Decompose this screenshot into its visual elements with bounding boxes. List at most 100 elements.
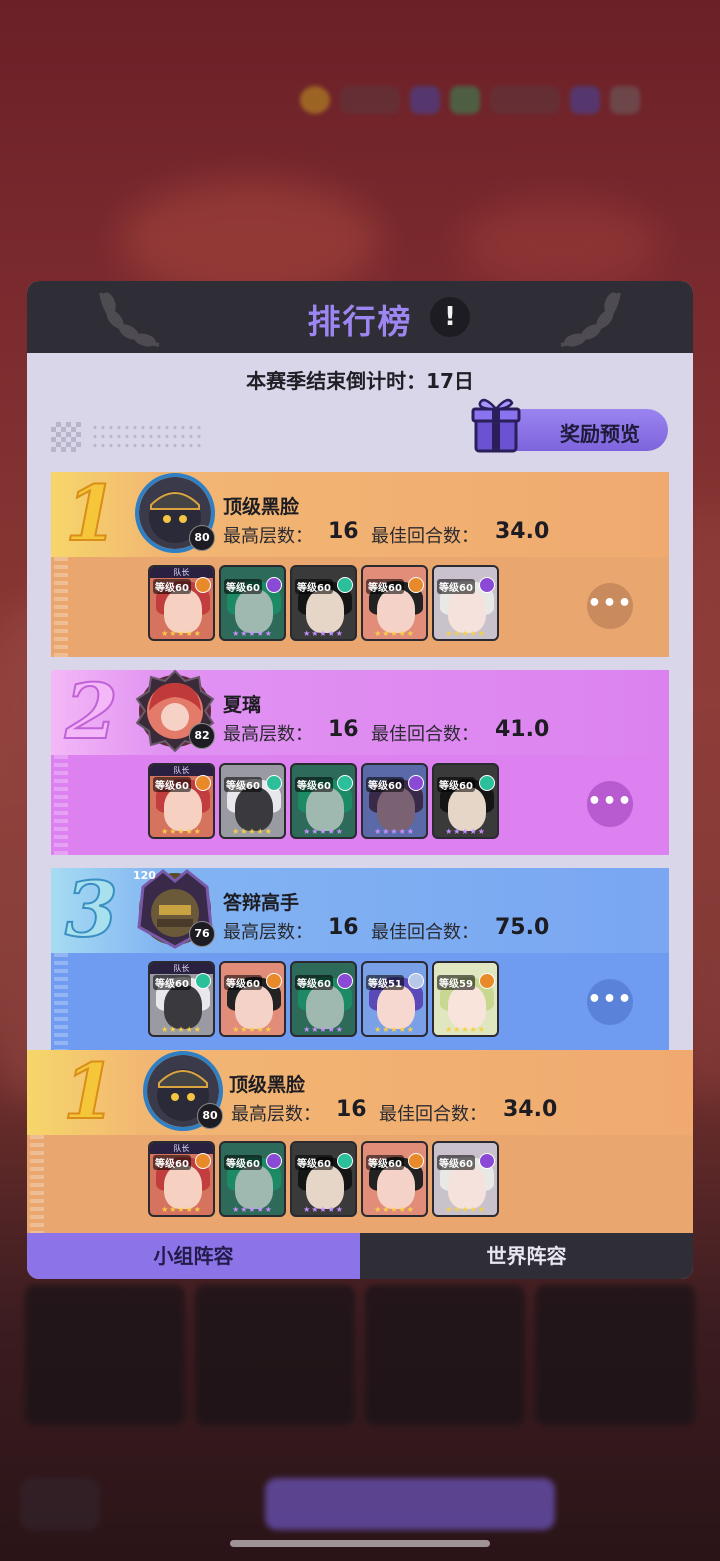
hero-level: 等级60: [295, 975, 333, 990]
best-round-label: 最佳回合数：: [371, 922, 479, 943]
player-avatar[interactable]: 76 120: [133, 869, 215, 949]
hero-card[interactable]: 队长 等级60 ★★★★★: [148, 565, 215, 641]
hero-level: 等级60: [437, 777, 475, 792]
hero-roster: 队长 等级60 ★★★★★ 等级60 ★★★★★ 等级60: [51, 755, 669, 855]
more-options-button[interactable]: •••: [587, 583, 633, 629]
star-rating-icon: ★★★★★: [232, 1205, 273, 1214]
void-icon: [408, 775, 424, 791]
hero-face: [306, 589, 344, 633]
hero-face: [235, 787, 273, 831]
rank-number: 1: [62, 1047, 117, 1136]
max-floor-label: 最高层数：: [231, 1104, 321, 1125]
info-button[interactable]: !: [430, 297, 470, 337]
max-floor-value: 16: [328, 717, 359, 742]
rank-entry-2[interactable]: 2 82 夏璃 最高层数： 16 最佳回合数： 41.0 队长 等级60 ★★★…: [51, 669, 669, 855]
background-button-left: [20, 1478, 100, 1530]
background-cards: [25, 1285, 695, 1425]
hero-face: [235, 1165, 273, 1209]
roster-stripes: [54, 953, 68, 1053]
resource-bar: [300, 78, 700, 122]
player-name: 顶级黑脸: [229, 1074, 306, 1096]
hero-level: 等级51: [366, 975, 404, 990]
hero-card[interactable]: 等级60 ★★★★★: [219, 565, 286, 641]
gear-icon: [266, 973, 282, 989]
more-options-button[interactable]: •••: [587, 979, 633, 1025]
rank-number: 3: [64, 865, 119, 954]
roster-stripes: [30, 1135, 44, 1233]
rank-number: 1: [64, 469, 119, 558]
hero-list: 队长 等级60 ★★★★★ 等级60 ★★★★★ 等级60: [148, 763, 499, 839]
hero-face: [164, 985, 202, 1029]
gear-icon: [479, 973, 495, 989]
star-rating-icon: ★★★★★: [161, 629, 202, 638]
gift-icon: [471, 398, 521, 453]
hero-card[interactable]: 等级60 ★★★★★: [290, 763, 357, 839]
star-rating-icon: ★★★★★: [445, 629, 486, 638]
season-countdown: 本赛季结束倒计时：17日: [246, 369, 474, 393]
hero-list: 队长 等级60 ★★★★★ 等级60 ★★★★★ 等级60: [148, 961, 499, 1037]
home-indicator[interactable]: [230, 1540, 490, 1547]
hero-card[interactable]: 等级60 ★★★★★: [290, 961, 357, 1037]
my-rank-entry[interactable]: 1 80 顶级黑脸 最高层数： 16 最佳回合数： 34.0 队长 等级60 ★…: [27, 1050, 693, 1233]
max-floor-value: 16: [336, 1097, 367, 1122]
hero-card[interactable]: 等级60 ★★★★★: [219, 763, 286, 839]
hero-list: 队长 等级60 ★★★★★ 等级60 ★★★★★ 等级60: [148, 1141, 499, 1217]
hero-card[interactable]: 队长 等级60 ★★★★★: [148, 961, 215, 1037]
hero-level: 等级60: [366, 579, 404, 594]
hero-card[interactable]: 等级60 ★★★★★: [432, 565, 499, 641]
rank-header: 3 76 120 答辩高手 最高层数： 16 最佳回合数： 75.0: [51, 868, 669, 953]
hero-card[interactable]: 等级60 ★★★★★: [432, 763, 499, 839]
hero-card[interactable]: 等级60 ★★★★★: [219, 1141, 286, 1217]
hero-face: [448, 589, 486, 633]
hero-card[interactable]: 等级60 ★★★★★: [290, 1141, 357, 1217]
hero-card[interactable]: 等级51 ★★★★★: [361, 961, 428, 1037]
hero-card[interactable]: 等级60 ★★★★★: [361, 763, 428, 839]
hero-card[interactable]: 等级60 ★★★★★: [219, 961, 286, 1037]
reward-preview-button[interactable]: 奖励预览: [471, 398, 668, 453]
star-rating-icon: ★★★★★: [374, 827, 415, 836]
star-rating-icon: ★★★★★: [303, 1205, 344, 1214]
star-rating-icon: ★★★★★: [445, 1205, 486, 1214]
swirl-icon: [337, 775, 353, 791]
player-name: 顶级黑脸: [223, 496, 300, 518]
rank-entry-1[interactable]: 1 80 顶级黑脸 最高层数： 16 最佳回合数： 34.0 队长 等级60 ★…: [51, 472, 669, 657]
best-round-value: 75.0: [495, 915, 550, 940]
rank-header: 2 82 夏璃 最高层数： 16 最佳回合数： 41.0: [51, 669, 669, 755]
hero-level: 等级60: [295, 777, 333, 792]
hero-roster: 队长 等级60 ★★★★★ 等级60 ★★★★★ 等级60: [27, 1135, 693, 1233]
star-rating-icon: ★★★★★: [303, 827, 344, 836]
more-options-button[interactable]: •••: [587, 781, 633, 827]
tab-world-lineup[interactable]: 世界阵容: [360, 1233, 693, 1279]
hero-card[interactable]: 等级60 ★★★★★: [432, 1141, 499, 1217]
hero-card[interactable]: 等级60 ★★★★★: [290, 565, 357, 641]
player-avatar[interactable]: 82: [135, 669, 215, 753]
tab-group-lineup[interactable]: 小组阵容: [27, 1233, 360, 1279]
hero-face: [306, 787, 344, 831]
gear-icon: [195, 1153, 211, 1169]
gear-icon: [195, 775, 211, 791]
hero-level: 等级59: [437, 975, 475, 990]
star-rating-icon: ★★★★★: [445, 827, 486, 836]
star-rating-icon: ★★★★★: [232, 827, 273, 836]
player-avatar[interactable]: 80: [143, 1051, 223, 1131]
max-floor-value: 16: [328, 915, 359, 940]
max-floor-value: 16: [328, 519, 359, 544]
modal-title: 排行榜: [307, 302, 413, 341]
hero-card[interactable]: 队长 等级60 ★★★★★: [148, 763, 215, 839]
hero-card[interactable]: 队长 等级60 ★★★★★: [148, 1141, 215, 1217]
rank-entry-3[interactable]: 3 76 120 答辩高手 最高层数： 16 最佳回合数： 75.0 队长 等级…: [51, 868, 669, 1053]
swirl-icon: [195, 973, 211, 989]
checker-decoration: [51, 422, 81, 452]
gear-icon: [195, 577, 211, 593]
star-rating-icon: ★★★★★: [374, 1205, 415, 1214]
swirl-icon: [337, 577, 353, 593]
hero-card[interactable]: 等级60 ★★★★★: [361, 1141, 428, 1217]
background-button-main: [265, 1478, 555, 1530]
player-avatar[interactable]: 80: [135, 473, 215, 553]
hero-list: 队长 等级60 ★★★★★ 等级60 ★★★★★ 等级60: [148, 565, 499, 641]
void-icon: [479, 577, 495, 593]
hero-card[interactable]: 等级59 ★★★★★: [432, 961, 499, 1037]
hero-level: 等级60: [153, 579, 191, 594]
hero-card[interactable]: 等级60 ★★★★★: [361, 565, 428, 641]
hero-level: 等级60: [153, 975, 191, 990]
